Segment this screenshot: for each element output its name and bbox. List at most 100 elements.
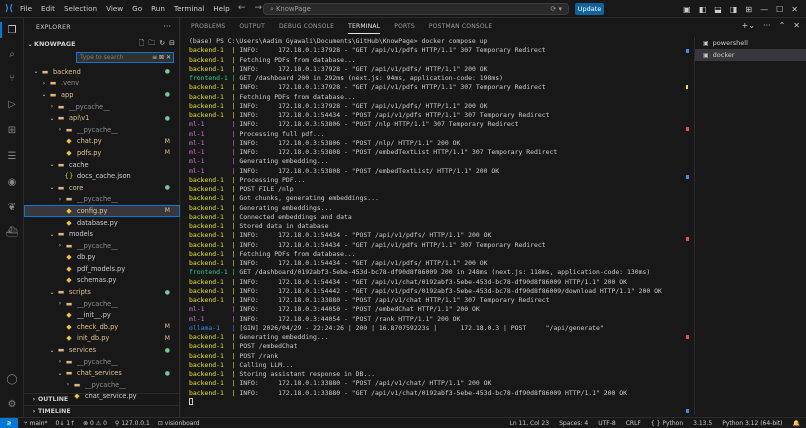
layout-icon[interactable]: ▣ (683, 5, 691, 14)
tab-postman-console[interactable]: POSTMAN CONSOLE (429, 18, 493, 36)
filter-options-icon[interactable]: ≡ ⊠ ✕ (152, 53, 171, 62)
source-control-icon[interactable]: ⑂ (4, 70, 20, 86)
tree-folder[interactable]: › ▬ __pycache__ (24, 194, 180, 206)
timeline-section[interactable]: › TIMELINE (24, 405, 180, 416)
tree-file[interactable]: {} docs_cache.json (24, 170, 180, 182)
workspace-name: KNOWPAGE (34, 40, 76, 48)
tree-folder[interactable]: › ▬ __pycache__ (24, 240, 180, 252)
menu-edit[interactable]: Edit (41, 4, 55, 13)
tree-folder[interactable]: ⌄ ▬ scripts ● (24, 286, 180, 298)
language-mode[interactable]: { } Python (651, 420, 683, 427)
postman-icon[interactable]: ◉ (4, 174, 20, 190)
outline-section[interactable]: › OUTLINE (24, 393, 180, 404)
tree-folder[interactable]: ⌄ ▬ services ● (24, 344, 180, 356)
tree-folder[interactable]: ⌄ ▬ cache (24, 159, 180, 171)
customize-layout-icon[interactable]: ⊞ (745, 5, 752, 14)
tab-debug-console[interactable]: DEBUG CONSOLE (279, 18, 334, 36)
menu-file[interactable]: File (20, 4, 32, 13)
account-icon[interactable]: ◯ (4, 371, 20, 387)
tree-folder[interactable]: ⌄ ▬ backend ● (24, 66, 180, 78)
cursor-position[interactable]: Ln 11, Col 23 (510, 420, 550, 427)
tab-ports[interactable]: PORTS (394, 18, 415, 36)
tree-folder[interactable]: › ▬ __pycache__ (24, 379, 180, 391)
refresh-icon[interactable]: ↻ (159, 39, 165, 50)
tab-output[interactable]: OUTPUT (239, 18, 265, 36)
toggle-panel-icon[interactable]: ⬓ (714, 5, 722, 14)
close-icon[interactable]: ✕ (791, 5, 798, 14)
terminal-instance-docker[interactable]: ▣ docker (695, 49, 806, 61)
problems-status[interactable]: ⊗ 0 ⚠ 0 (83, 420, 107, 427)
tree-file[interactable]: ◆ pdfs.py M (24, 147, 180, 159)
encoding[interactable]: UTF-8 (598, 420, 616, 427)
git-branch[interactable]: ⑂ main* (24, 420, 48, 427)
mongodb-leaf-icon[interactable]: ❦ (4, 199, 20, 215)
tab-problems[interactable]: PROBLEMS (191, 18, 225, 36)
python-interpreter[interactable]: Python 3.12 (64-bit) (722, 420, 782, 427)
forward-arrow-icon[interactable]: → (255, 3, 263, 13)
ports-status[interactable]: ⚲ 127.0.0.1 (115, 420, 150, 427)
tree-file[interactable]: ◆ database.py (24, 217, 180, 229)
minimize-icon[interactable]: — (760, 5, 768, 14)
menu-terminal[interactable]: Terminal (174, 4, 204, 13)
extensions-icon[interactable]: ⊞ (4, 122, 20, 138)
run-debug-icon[interactable]: ▷ (4, 96, 20, 112)
notifications-icon[interactable]: 🔔 (793, 420, 800, 427)
update-button[interactable]: Update (575, 3, 604, 15)
more-actions-icon[interactable]: ··· (163, 22, 171, 31)
tab-terminal[interactable]: TERMINAL (348, 18, 381, 36)
tree-folder[interactable]: › ▬ __pycache__ (24, 101, 180, 113)
tree-file[interactable]: ◆ config.py M (24, 205, 180, 217)
tree-folder[interactable]: › ▬ __pycache__ (24, 124, 180, 136)
maximize-icon[interactable]: ☐ (776, 5, 783, 14)
maximize-panel-icon[interactable]: ⌃ (779, 21, 786, 30)
collapse-all-icon[interactable]: ⊟ (169, 39, 175, 50)
search-icon[interactable]: ⌕ (4, 46, 20, 62)
log-message: INFO: 172.18.0.1:33880 - "POST /api/v1/c… (239, 379, 492, 388)
command-center-search[interactable]: ⌕ KnowPage ⟳ ▾ (263, 3, 569, 15)
tree-file[interactable]: ◆ init_db.py M (24, 333, 180, 345)
tree-folder[interactable]: › ▬ __pycache__ (24, 356, 180, 368)
new-folder-icon[interactable]: 🗀 (148, 39, 155, 50)
visionboard-status[interactable]: ⊡ visionboard (158, 420, 200, 427)
settings-gear-icon[interactable]: ⚙ (4, 396, 20, 412)
tree-folder[interactable]: ⌄ ▬ app ● (24, 89, 180, 101)
new-terminal-icon[interactable]: +⌄ (742, 21, 755, 30)
python-file-icon: ◆ (66, 218, 72, 227)
explorer-filter-input[interactable]: Type to search ≡ ⊠ ✕ (76, 52, 174, 63)
line-ending[interactable]: CRLF (626, 420, 641, 427)
tree-item-label: core (69, 183, 84, 192)
python-version[interactable]: 3.13.5 (693, 420, 712, 427)
terminal-output[interactable]: (base) PS C:\Users\Aadim Gyawali\Documen… (189, 37, 685, 415)
toggle-sidebar-icon[interactable]: ◧ (699, 5, 707, 14)
new-file-icon[interactable]: 🗋 (139, 39, 145, 50)
tree-folder[interactable]: ⌄ ▬ api\v1 ● (24, 112, 180, 124)
tree-file[interactable]: ◆ chat.py M (24, 136, 180, 148)
tree-file[interactable]: ◆ check_db.py M (24, 321, 180, 333)
sync-status[interactable]: 0↓ 1↑ (56, 420, 76, 427)
tree-file[interactable]: ◆ __init__.py (24, 309, 180, 321)
menu-help[interactable]: Help (213, 4, 229, 13)
menu-selection[interactable]: Selection (64, 4, 97, 13)
tree-folder[interactable]: › ▬ __pycache__ (24, 298, 180, 310)
tree-file[interactable]: ◆ schemas.py (24, 275, 180, 287)
tree-file[interactable]: ◆ pdf_models.py (24, 263, 180, 275)
toggle-secondary-sidebar-icon[interactable]: ◨ (730, 5, 738, 14)
database-icon[interactable]: ☰ (4, 148, 20, 164)
tree-folder[interactable]: › ▬ .venv (24, 78, 180, 90)
more-actions-icon[interactable]: ··· (763, 21, 771, 30)
docker-icon[interactable]: ⛴ (4, 224, 20, 240)
back-arrow-icon[interactable]: ← (238, 3, 246, 13)
close-panel-icon[interactable]: ✕ (793, 21, 800, 30)
remote-icon[interactable]: ≷ (0, 417, 18, 428)
indentation[interactable]: Spaces: 4 (559, 420, 588, 427)
tree-file[interactable]: ◆ db.py (24, 252, 180, 264)
menu-go[interactable]: Go (132, 4, 142, 13)
tree-folder[interactable]: ⌄ ▬ chat_services ● (24, 367, 180, 379)
tree-folder[interactable]: ⌄ ▬ models (24, 228, 180, 240)
terminal-instance-powershell[interactable]: ▣ powershell (695, 37, 806, 49)
menu-run[interactable]: Run (151, 4, 165, 13)
copilot-icon[interactable]: ⟳ ▾ (550, 4, 562, 14)
tree-folder[interactable]: ⌄ ▬ core ● (24, 182, 180, 194)
menu-view[interactable]: View (106, 4, 123, 13)
explorer-icon[interactable]: ❐ (4, 22, 20, 38)
